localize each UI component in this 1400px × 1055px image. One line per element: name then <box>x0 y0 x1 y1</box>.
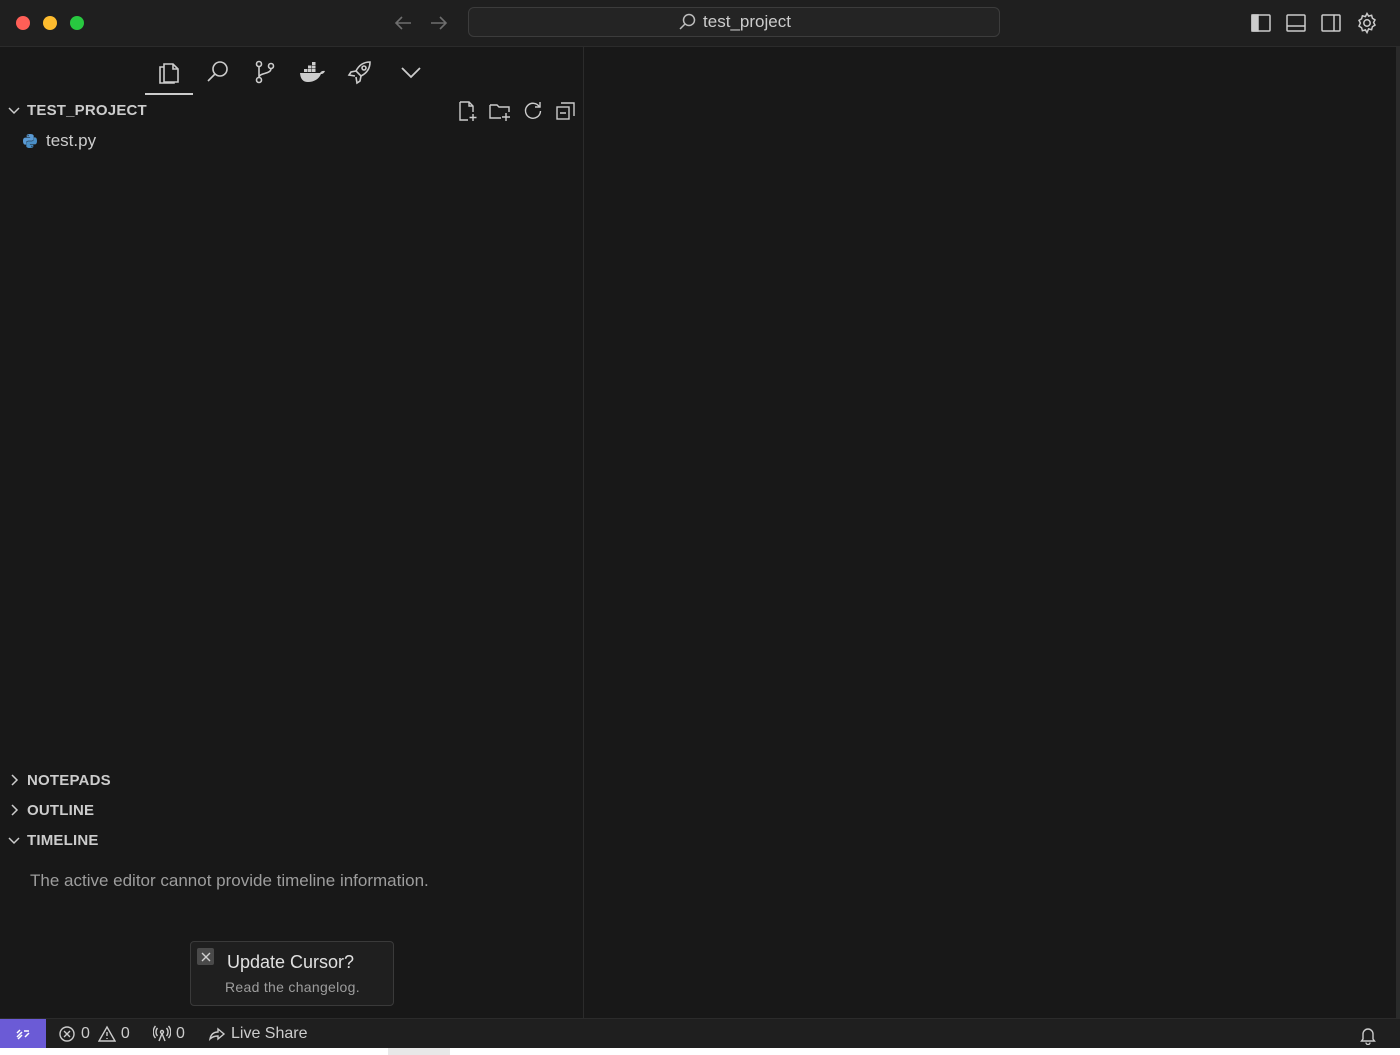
search-icon <box>677 12 697 32</box>
outline-section-header[interactable]: OUTLINE <box>0 797 583 823</box>
command-center-search[interactable]: test_project <box>468 7 1000 37</box>
timeline-title: TIMELINE <box>27 831 99 849</box>
rocket-icon[interactable] <box>345 57 375 87</box>
title-bar: test_project <box>0 0 1400 47</box>
notepads-section-header[interactable]: NOTEPADS <box>0 767 583 793</box>
primary-sidebar: TEST_PROJECT test.py NOTEPADS OUTLINE TI… <box>0 47 584 1018</box>
gear-icon[interactable] <box>1355 11 1379 35</box>
search-icon[interactable] <box>203 57 233 87</box>
active-tab-indicator <box>145 93 193 95</box>
new-file-icon[interactable] <box>455 99 479 123</box>
file-name: test.py <box>46 131 97 150</box>
outline-title: OUTLINE <box>27 801 95 819</box>
explorer-title: TEST_PROJECT <box>27 101 147 119</box>
broadcast-icon <box>153 1025 171 1042</box>
forward-arrow-icon[interactable] <box>426 10 452 36</box>
warning-icon <box>97 1025 116 1042</box>
error-icon <box>59 1026 75 1042</box>
live-share-button[interactable]: Live Share <box>208 1019 308 1049</box>
back-arrow-icon[interactable] <box>390 10 416 36</box>
background-strip-segment <box>388 1048 450 1055</box>
cursor-window: test_project TEST_PROJECT test.py NOTEPA… <box>0 0 1400 1055</box>
live-share-icon <box>208 1027 226 1042</box>
chevron-down-icon[interactable] <box>396 57 426 87</box>
ports-indicator[interactable]: 0 <box>153 1019 185 1049</box>
docker-icon[interactable] <box>297 57 327 87</box>
bell-icon[interactable] <box>1358 1025 1378 1046</box>
source-control-icon[interactable] <box>250 57 280 87</box>
editor-area[interactable] <box>584 47 1400 1018</box>
notepads-title: NOTEPADS <box>27 771 111 789</box>
status-bar: 0 0 0 Live Share <box>0 1018 1400 1049</box>
ports-count: 0 <box>176 1025 185 1042</box>
toggle-primary-sidebar-icon[interactable] <box>1249 11 1273 35</box>
chevron-down-icon <box>6 832 22 848</box>
maximize-window-button[interactable] <box>70 16 84 30</box>
chevron-right-icon <box>6 772 22 788</box>
close-icon[interactable] <box>197 948 214 965</box>
timeline-message: The active editor cannot provide timelin… <box>30 871 429 890</box>
toggle-panel-icon[interactable] <box>1284 11 1308 35</box>
changelog-link[interactable]: Read the changelog. <box>225 979 360 995</box>
background-window-strip <box>0 1048 1400 1055</box>
toggle-secondary-sidebar-icon[interactable] <box>1319 11 1343 35</box>
minimize-window-button[interactable] <box>43 16 57 30</box>
scrollbar-track <box>1396 47 1400 1018</box>
notification-title: Update Cursor? <box>227 952 355 972</box>
error-count: 0 <box>81 1025 90 1042</box>
update-notification[interactable]: Update Cursor? Read the changelog. <box>190 941 394 1006</box>
chevron-down-icon <box>6 102 22 118</box>
refresh-icon[interactable] <box>521 99 545 123</box>
command-center-text: test_project <box>703 12 791 31</box>
python-icon <box>22 133 38 149</box>
problems-indicator[interactable]: 0 0 <box>58 1019 130 1049</box>
chevron-right-icon <box>6 802 22 818</box>
remote-indicator-button[interactable] <box>0 1019 46 1049</box>
file-item-test-py[interactable]: test.py <box>0 129 583 153</box>
live-share-label: Live Share <box>231 1025 308 1042</box>
close-window-button[interactable] <box>16 16 30 30</box>
collapse-all-icon[interactable] <box>554 99 578 123</box>
timeline-section-header[interactable]: TIMELINE <box>0 827 583 853</box>
warning-count: 0 <box>120 1025 130 1042</box>
new-folder-icon[interactable] <box>488 99 512 123</box>
files-icon[interactable] <box>154 57 184 87</box>
